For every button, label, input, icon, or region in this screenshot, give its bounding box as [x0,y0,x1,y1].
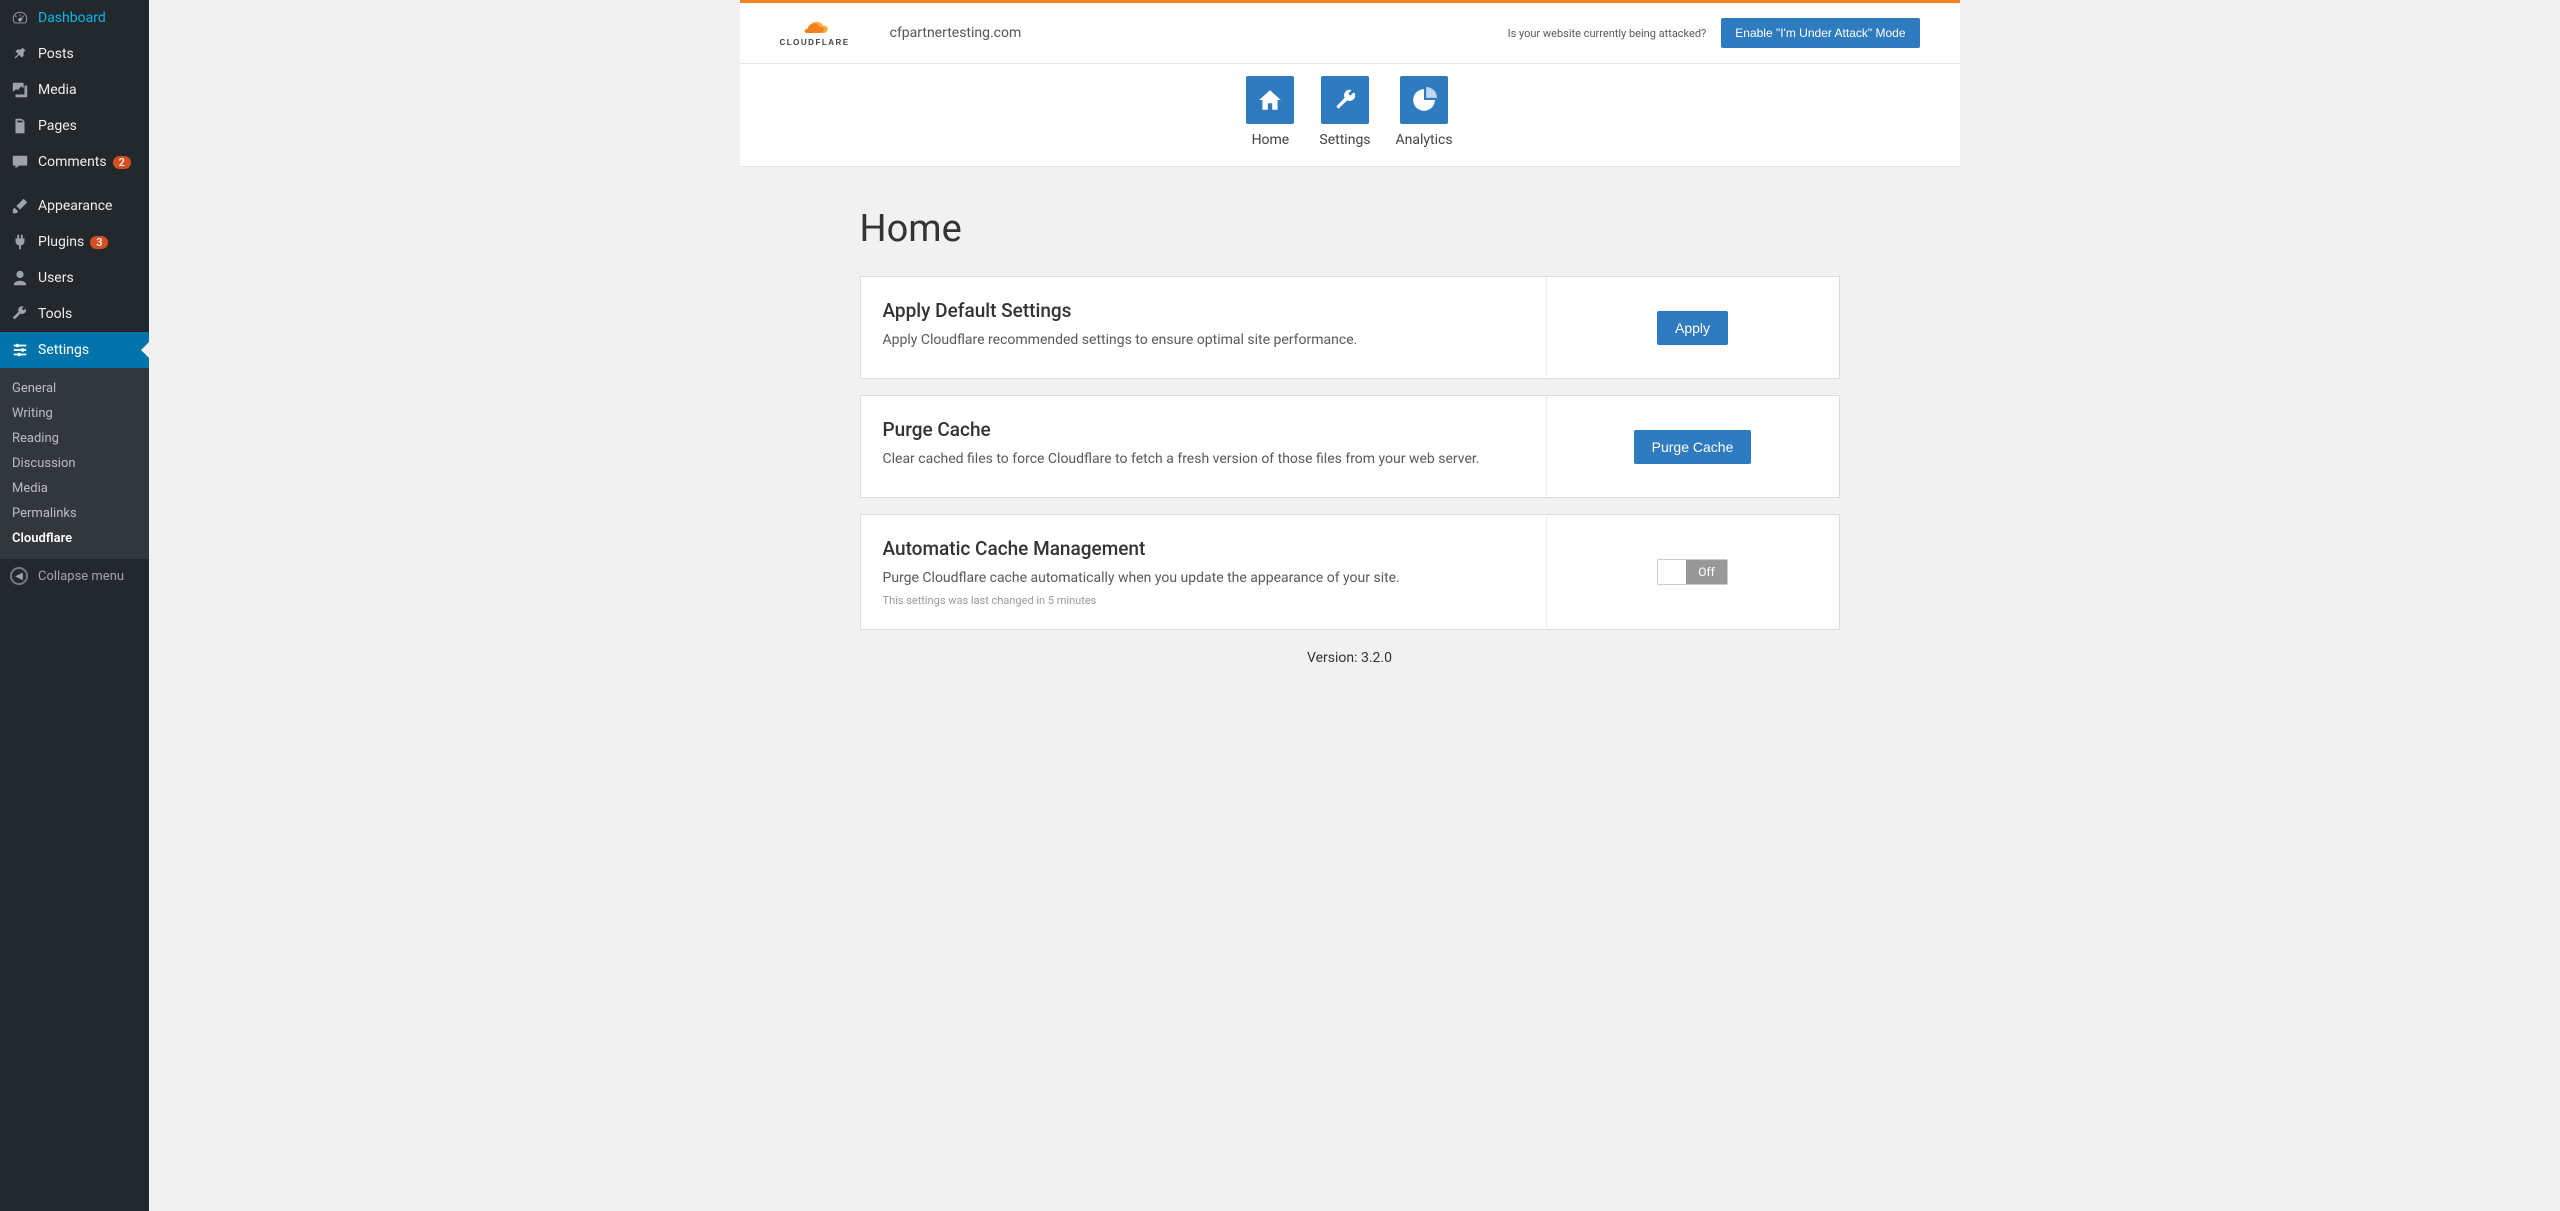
plug-icon [10,232,30,252]
site-domain: cfpartnertesting.com [890,25,1022,41]
nav-tools[interactable]: Tools [0,296,149,332]
nav-settings-label: Settings [38,342,89,358]
nav-users-label: Users [38,270,74,286]
pin-icon [10,44,30,64]
nav-appearance-label: Appearance [38,198,112,214]
card1-title: Apply Default Settings [883,299,1524,322]
sliders-icon [10,340,30,360]
card-apply-default-settings: Apply Default Settings Apply Cloudflare … [860,276,1840,379]
nav-tile-analytics[interactable]: Analytics [1396,76,1453,148]
nav-pages-label: Pages [38,118,77,134]
nav-dashboard-label: Dashboard [38,10,106,26]
analytics-icon [1411,87,1437,113]
sub-general[interactable]: General [0,376,149,401]
enable-under-attack-button[interactable]: Enable "I'm Under Attack" Mode [1721,18,1919,48]
nav-tile-analytics-label: Analytics [1396,132,1453,148]
sub-cloudflare[interactable]: Cloudflare [0,526,149,551]
sub-permalinks[interactable]: Permalinks [0,501,149,526]
nav-settings[interactable]: Settings [0,332,149,368]
sub-media[interactable]: Media [0,476,149,501]
nav-tile-home[interactable]: Home [1246,76,1294,148]
purge-cache-button[interactable]: Purge Cache [1634,430,1752,464]
card1-desc: Apply Cloudflare recommended settings to… [883,332,1524,348]
pages-icon [10,116,30,136]
dashboard-icon [10,8,30,28]
sub-writing[interactable]: Writing [0,401,149,426]
admin-sidebar: Dashboard Posts Media Pages Comments 2 A… [0,0,149,1211]
nav-tile-settings-label: Settings [1319,132,1370,148]
wrench-icon [1332,87,1358,113]
settings-submenu: General Writing Reading Discussion Media… [0,368,149,559]
cloudflare-brand-text: CLOUDFLARE [780,38,850,47]
cloud-icon [799,20,831,38]
comments-badge: 2 [113,156,131,169]
nav-plugins[interactable]: Plugins 3 [0,224,149,260]
card2-title: Purge Cache [883,418,1524,441]
comments-icon [10,152,30,172]
home-icon [1257,87,1283,113]
card3-desc: Purge Cloudflare cache automatically whe… [883,570,1524,586]
collapse-label: Collapse menu [38,569,124,584]
card-purge-cache: Purge Cache Clear cached files to force … [860,395,1840,498]
user-icon [10,268,30,288]
main-content: CLOUDFLARE cfpartnertesting.com Is your … [149,0,2560,666]
nav-media[interactable]: Media [0,72,149,108]
nav-media-label: Media [38,82,77,98]
nav-posts-label: Posts [38,46,74,62]
sub-discussion[interactable]: Discussion [0,451,149,476]
wrench-icon [10,304,30,324]
card3-note: This settings was last changed in 5 minu… [883,594,1524,607]
plugins-badge: 3 [90,236,108,249]
version-text: Version: 3.2.0 [860,650,1840,666]
collapse-menu[interactable]: ◀ Collapse menu [0,559,149,593]
cloudflare-logo: CLOUDFLARE [780,20,850,47]
sub-reading[interactable]: Reading [0,426,149,451]
toggle-on-side [1658,560,1686,584]
card3-title: Automatic Cache Management [883,537,1524,560]
attack-question-text: Is your website currently being attacked… [1508,27,1707,40]
media-icon [10,80,30,100]
nav-comments[interactable]: Comments 2 [0,144,149,180]
nav-appearance[interactable]: Appearance [0,188,149,224]
toggle-off-label: Off [1686,560,1727,584]
nav-users[interactable]: Users [0,260,149,296]
card2-desc: Clear cached files to force Cloudflare t… [883,451,1524,467]
nav-posts[interactable]: Posts [0,36,149,72]
nav-dashboard[interactable]: Dashboard [0,0,149,36]
nav-tile-home-label: Home [1252,132,1290,148]
card-auto-cache-management: Automatic Cache Management Purge Cloudfl… [860,514,1840,630]
nav-comments-label: Comments [38,154,107,170]
nav-tile-settings[interactable]: Settings [1319,76,1370,148]
nav-pages[interactable]: Pages [0,108,149,144]
collapse-icon: ◀ [10,567,28,585]
nav-plugins-label: Plugins [38,234,84,250]
plugin-nav: Home Settings Analytics [740,64,1960,167]
auto-cache-toggle[interactable]: Off [1657,559,1728,585]
nav-tools-label: Tools [38,306,72,322]
page-title: Home [860,207,1840,251]
brush-icon [10,196,30,216]
cloudflare-topbar: CLOUDFLARE cfpartnertesting.com Is your … [740,0,1960,64]
apply-button[interactable]: Apply [1657,311,1728,345]
